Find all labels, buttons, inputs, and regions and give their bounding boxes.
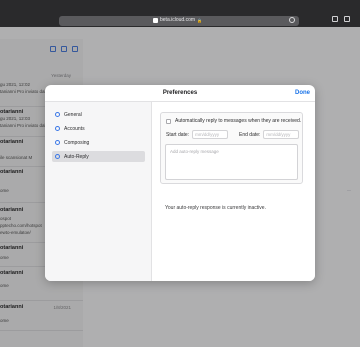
auto-reply-message-field[interactable]: Add auto-reply message [165, 144, 298, 180]
sidebar-item-general[interactable]: General [52, 109, 145, 120]
end-date-row: End date: mm/dd/yyyy [239, 130, 300, 139]
sidebar-item-label: Auto-Reply [64, 153, 89, 160]
favicon-icon [153, 17, 158, 23]
browser-actions [332, 16, 350, 22]
sidebar-item-label: General [64, 111, 82, 118]
end-date-label: End date: [239, 131, 261, 138]
sidebar-item-label: Composing [64, 139, 90, 146]
auto-reply-checkbox[interactable] [166, 118, 171, 124]
tabs-icon[interactable] [344, 16, 350, 22]
url-bar[interactable]: beta.icloud.com 🔒 [59, 16, 299, 26]
url-display: beta.icloud.com 🔒 [153, 17, 202, 23]
auto-reply-status: Your auto-reply response is currently in… [165, 205, 266, 211]
auto-reply-label: Automatically reply to messages when the… [175, 118, 302, 124]
dialog-title: Preferences [162, 90, 198, 96]
bottom-bar [0, 347, 360, 360]
preferences-sidebar: General Accounts Composing Auto-Reply [45, 102, 152, 281]
dialog-header: Preferences Done [45, 85, 315, 102]
auto-reply-pane: Automatically reply to messages when the… [153, 102, 315, 281]
sidebar-item-auto-reply[interactable]: Auto-Reply [52, 151, 145, 162]
auto-reply-panel: Automatically reply to messages when the… [160, 112, 303, 184]
message-placeholder: Add auto-reply message [170, 149, 219, 154]
plane-icon [55, 154, 60, 159]
share-icon[interactable] [332, 16, 338, 22]
screen: beta.icloud.com 🔒 Yesterday gu 2021, 12:… [0, 0, 360, 360]
browser-toolbar: beta.icloud.com 🔒 [0, 0, 360, 27]
auto-reply-toggle-row: Automatically reply to messages when the… [166, 118, 301, 124]
at-icon [55, 126, 60, 131]
end-date-input[interactable]: mm/dd/yyyy [263, 130, 300, 139]
preferences-dialog: Preferences Done General Accounts Compos… [45, 85, 315, 281]
sidebar-item-accounts[interactable]: Accounts [52, 123, 145, 134]
sidebar-item-composing[interactable]: Composing [52, 137, 145, 148]
sidebar-item-label: Accounts [64, 125, 85, 132]
gear-icon [55, 112, 60, 117]
url-text: beta.icloud.com [160, 17, 196, 23]
start-date-row: Start date: mm/dd/yyyy [166, 130, 229, 139]
reload-icon[interactable] [289, 17, 295, 23]
lock-icon: 🔒 [197, 17, 203, 23]
pencil-icon [55, 140, 60, 145]
start-date-input[interactable]: mm/dd/yyyy [192, 130, 229, 139]
done-button[interactable]: Done [295, 90, 310, 96]
divider [347, 190, 351, 191]
start-date-label: Start date: [166, 131, 190, 138]
